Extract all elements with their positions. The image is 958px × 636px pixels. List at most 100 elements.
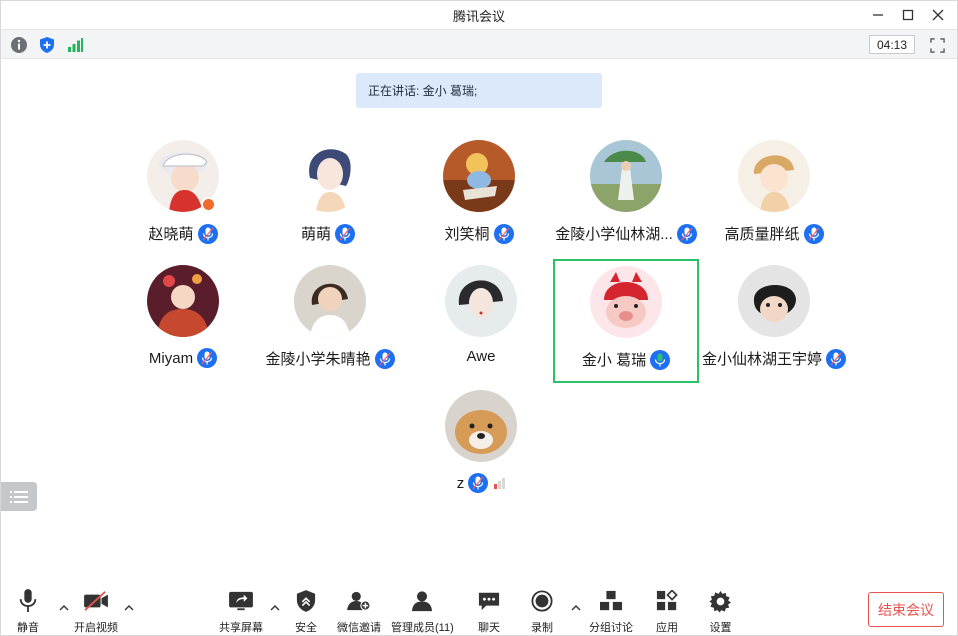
close-icon[interactable] bbox=[923, 1, 953, 29]
record-button[interactable]: 录制 bbox=[531, 587, 553, 635]
participant-name: Awe bbox=[466, 348, 496, 365]
chevron-up-icon[interactable] bbox=[268, 601, 282, 615]
participant-name: 赵晓萌 bbox=[148, 226, 194, 243]
meeting-toolbar: 静音 开启视频 共享屏幕 安全 微信邀请 管理成员(11) 聊天 录制 分组讨论… bbox=[1, 581, 957, 635]
avatar bbox=[292, 140, 364, 212]
share-screen-icon bbox=[228, 587, 254, 615]
chat-label: 聊天 bbox=[478, 622, 500, 634]
breakout-icon bbox=[599, 587, 623, 615]
info-icon[interactable] bbox=[9, 35, 29, 55]
avatar bbox=[445, 390, 517, 462]
camera-off-icon bbox=[82, 587, 110, 615]
record-label: 录制 bbox=[531, 622, 553, 634]
settings-button[interactable]: 设置 bbox=[709, 587, 732, 635]
video-label: 开启视频 bbox=[74, 622, 118, 634]
chat-button[interactable]: 聊天 bbox=[477, 587, 501, 635]
avatar bbox=[445, 265, 517, 337]
members-icon bbox=[410, 587, 434, 615]
share-screen-button[interactable]: 共享屏幕 bbox=[219, 587, 263, 635]
shield-icon bbox=[296, 587, 316, 615]
participant-name: 萌萌 bbox=[300, 226, 331, 243]
apps-icon bbox=[656, 587, 678, 615]
mic-muted-icon bbox=[826, 348, 846, 369]
video-button[interactable]: 开启视频 bbox=[74, 587, 118, 635]
window-title: 腾讯会议 bbox=[452, 8, 505, 24]
add-user-icon bbox=[346, 587, 372, 615]
avatar bbox=[443, 140, 515, 212]
participant-name: 金小 葛瑞 bbox=[581, 352, 647, 369]
minimize-icon[interactable] bbox=[863, 1, 893, 29]
name-row: 金陵小学仙林湖... bbox=[553, 223, 699, 244]
mic-muted-icon bbox=[676, 223, 697, 244]
participant-name: 金小仙林湖王宇婷 bbox=[701, 351, 822, 368]
participant-tile[interactable]: 刘笑桐 bbox=[406, 135, 552, 259]
participant-tile[interactable]: 高质量胖纸 bbox=[701, 135, 847, 259]
mic-muted-icon bbox=[197, 223, 218, 244]
record-icon bbox=[531, 587, 553, 615]
title-bar: 腾讯会议 bbox=[1, 1, 957, 29]
name-row: 金小仙林湖王宇婷 bbox=[701, 348, 847, 369]
participant-list-toggle[interactable] bbox=[1, 482, 37, 511]
participant-name: 金陵小学仙林湖... bbox=[555, 226, 673, 243]
participant-name: 金陵小学朱晴艳 bbox=[265, 351, 371, 368]
chevron-up-icon[interactable] bbox=[122, 601, 136, 615]
invite-button[interactable]: 微信邀请 bbox=[337, 587, 381, 635]
name-row: 刘笑桐 bbox=[406, 223, 552, 244]
avatar bbox=[738, 265, 810, 337]
participant-tile[interactable]: z bbox=[408, 385, 554, 509]
name-row: z bbox=[408, 473, 554, 493]
microphone-icon bbox=[17, 587, 39, 615]
mic-muted-icon bbox=[197, 348, 218, 368]
name-row: 高质量胖纸 bbox=[701, 223, 847, 244]
gear-icon bbox=[709, 587, 732, 615]
participant-tile[interactable]: Miyam bbox=[110, 260, 256, 384]
participant-tile[interactable]: Awe bbox=[408, 260, 554, 384]
participant-name: z bbox=[456, 474, 465, 492]
host-badge bbox=[201, 197, 216, 212]
manage-members-button[interactable]: 管理成员(11) bbox=[391, 587, 454, 635]
list-icon bbox=[10, 490, 28, 503]
signal-icon[interactable] bbox=[65, 35, 85, 55]
mute-label: 静音 bbox=[17, 622, 39, 634]
participant-tile[interactable]: 赵晓萌 bbox=[110, 135, 256, 259]
security-button[interactable]: 安全 bbox=[295, 587, 317, 635]
avatar bbox=[590, 140, 662, 212]
name-row: 赵晓萌 bbox=[110, 223, 256, 244]
mute-button[interactable]: 静音 bbox=[17, 587, 39, 635]
breakout-rooms-button[interactable]: 分组讨论 bbox=[589, 587, 633, 635]
avatar bbox=[147, 265, 219, 337]
end-meeting-button[interactable]: 结束会议 bbox=[868, 592, 944, 627]
participant-tile-speaking[interactable]: 金小 葛瑞 bbox=[553, 259, 699, 383]
participant-tile[interactable]: 金陵小学朱晴艳 bbox=[257, 260, 403, 384]
avatar bbox=[294, 265, 366, 337]
participant-name: 刘笑桐 bbox=[444, 226, 490, 243]
apps-label: 应用 bbox=[656, 622, 678, 634]
maximize-icon[interactable] bbox=[893, 1, 923, 29]
manage-members-label: 管理成员(11) bbox=[391, 622, 454, 634]
status-bar: 04:13 bbox=[1, 29, 957, 59]
fullscreen-icon[interactable] bbox=[927, 35, 947, 55]
chevron-up-icon[interactable] bbox=[569, 601, 583, 615]
name-row: 萌萌 bbox=[255, 223, 401, 244]
apps-button[interactable]: 应用 bbox=[656, 587, 678, 635]
mic-muted-icon bbox=[335, 223, 355, 244]
shield-icon[interactable] bbox=[37, 35, 57, 55]
mic-speaking-icon bbox=[650, 349, 671, 370]
window-controls bbox=[863, 1, 953, 29]
name-row: Miyam bbox=[110, 348, 256, 368]
settings-label: 设置 bbox=[709, 622, 732, 634]
chevron-up-icon[interactable] bbox=[57, 601, 71, 615]
mic-muted-icon bbox=[374, 348, 395, 369]
participant-name: Miyam bbox=[148, 349, 194, 367]
security-label: 安全 bbox=[295, 622, 317, 634]
network-signal-icon bbox=[494, 477, 506, 489]
participant-tile[interactable]: 金小仙林湖王宇婷 bbox=[701, 260, 847, 384]
mic-muted-icon bbox=[468, 473, 489, 493]
participant-tile[interactable]: 金陵小学仙林湖... bbox=[553, 135, 699, 259]
name-row: Awe bbox=[408, 348, 554, 365]
share-screen-label: 共享屏幕 bbox=[219, 622, 263, 634]
breakout-rooms-label: 分组讨论 bbox=[589, 622, 633, 634]
avatar bbox=[590, 266, 662, 338]
participant-tile[interactable]: 萌萌 bbox=[255, 135, 401, 259]
participant-name: 高质量胖纸 bbox=[724, 226, 800, 243]
